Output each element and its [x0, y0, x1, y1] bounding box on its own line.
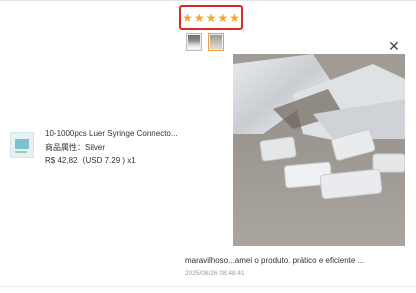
product-title[interactable]: 10-1000pcs Luer Syringe Connecto... — [45, 129, 178, 138]
star-icon: ★ — [205, 10, 217, 25]
top-divider — [0, 0, 416, 1]
review-text: maravilhoso...amei o produto. prático e … — [185, 256, 365, 265]
bottom-divider — [0, 286, 416, 287]
product-price: R$ 42,82（USD 7.29 ) x1 — [45, 156, 136, 165]
rating-stars: ★ ★ ★ ★ ★ — [179, 5, 243, 30]
star-icon: ★ — [182, 10, 193, 25]
close-icon[interactable]: ✕ — [386, 38, 402, 54]
product-thumbnail[interactable] — [10, 132, 34, 158]
review-photo-thumbnail-1[interactable] — [186, 33, 202, 51]
review-photo-thumbnail-2[interactable] — [208, 33, 224, 51]
review-photo-large — [233, 54, 405, 246]
star-icon: ★ — [217, 10, 229, 25]
star-icon: ★ — [229, 10, 240, 25]
review-date: 2025/08/26 08:48:41 — [185, 270, 245, 277]
product-attribute: 商品属性：Silver — [45, 143, 106, 152]
star-icon: ★ — [193, 10, 205, 25]
